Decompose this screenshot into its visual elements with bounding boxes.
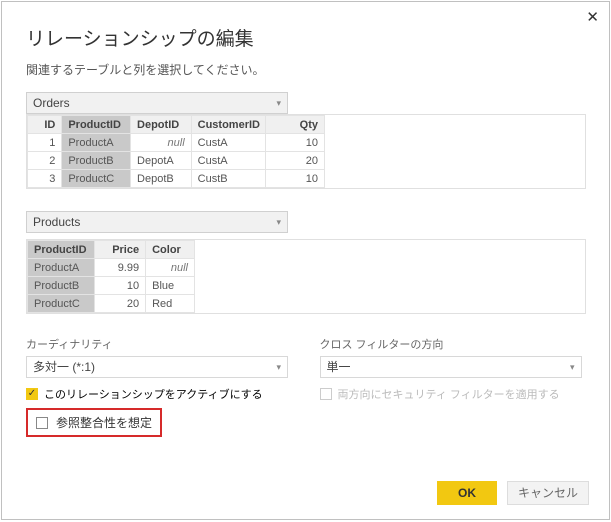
col-productid[interactable]: ProductID xyxy=(28,241,95,259)
crossfilter-label: クロス フィルターの方向 xyxy=(320,336,590,352)
cancel-button[interactable]: キャンセル xyxy=(507,481,589,505)
ok-button[interactable]: OK xyxy=(437,481,497,505)
table-row[interactable]: ProductB 10 Blue xyxy=(28,277,195,295)
edit-relationship-dialog: ✕ リレーションシップの編集 関連するテーブルと列を選択してください。 Orde… xyxy=(1,1,610,520)
table2-select-value: Products xyxy=(33,212,80,232)
table-header-row: ID ProductID DepotID CustomerID Qty xyxy=(28,116,325,134)
table-row[interactable]: ProductA 9.99 null xyxy=(28,259,195,277)
col-id[interactable]: ID xyxy=(28,116,62,134)
assume-referential-integrity[interactable]: 参照整合性を想定 xyxy=(26,408,162,437)
table2-select[interactable]: Products ▾ xyxy=(26,211,288,233)
table1-grid: ID ProductID DepotID CustomerID Qty 1 Pr… xyxy=(26,114,586,189)
close-icon[interactable]: ✕ xyxy=(586,8,599,26)
table-row[interactable]: 3 ProductC DepotB CustB 10 xyxy=(28,170,325,188)
cardinality-value: 多対一 (*:1) xyxy=(33,357,95,377)
cardinality-label: カーディナリティ xyxy=(26,336,296,352)
col-color[interactable]: Color xyxy=(146,241,195,259)
col-productid[interactable]: ProductID xyxy=(62,116,131,134)
checkbox-checked-icon[interactable]: ✓ xyxy=(26,388,38,400)
dialog-subtitle: 関連するテーブルと列を選択してください。 xyxy=(26,61,589,78)
apply-both-check-row: 両方向にセキュリティ フィルターを適用する xyxy=(320,386,590,402)
chevron-down-icon: ▾ xyxy=(570,357,575,377)
table-row[interactable]: 1 ProductA null CustA 10 xyxy=(28,134,325,152)
table-header-row: ProductID Price Color xyxy=(28,241,195,259)
table2-grid: ProductID Price Color ProductA 9.99 null… xyxy=(26,239,586,314)
table-row[interactable]: 2 ProductB DepotA CustA 20 xyxy=(28,152,325,170)
checkbox-disabled-icon xyxy=(320,388,332,400)
col-qty[interactable]: Qty xyxy=(266,116,325,134)
table-row[interactable]: ProductC 20 Red xyxy=(28,295,195,313)
col-depotid[interactable]: DepotID xyxy=(131,116,192,134)
dialog-buttons: OK キャンセル xyxy=(437,481,589,505)
col-price[interactable]: Price xyxy=(95,241,146,259)
crossfilter-value: 単一 xyxy=(327,357,351,377)
table1-grid-table: ID ProductID DepotID CustomerID Qty 1 Pr… xyxy=(27,115,325,188)
checkbox-unchecked-icon[interactable] xyxy=(36,417,48,429)
cardinality-select[interactable]: 多対一 (*:1) ▾ xyxy=(26,356,288,378)
apply-both-label: 両方向にセキュリティ フィルターを適用する xyxy=(338,386,560,402)
table1-select[interactable]: Orders ▾ xyxy=(26,92,288,114)
activate-label: このリレーションシップをアクティブにする xyxy=(44,386,263,402)
chevron-down-icon: ▾ xyxy=(276,212,281,232)
dialog-title: リレーションシップの編集 xyxy=(26,24,589,51)
chevron-down-icon: ▾ xyxy=(276,93,281,113)
col-customerid[interactable]: CustomerID xyxy=(191,116,266,134)
options-row: カーディナリティ 多対一 (*:1) ▾ ✓ このリレーションシップをアクティブ… xyxy=(26,336,589,437)
table2-grid-table: ProductID Price Color ProductA 9.99 null… xyxy=(27,240,195,313)
referential-label: 参照整合性を想定 xyxy=(56,414,152,431)
activate-check-row[interactable]: ✓ このリレーションシップをアクティブにする xyxy=(26,386,296,402)
chevron-down-icon: ▾ xyxy=(276,357,281,377)
table1-select-value: Orders xyxy=(33,93,70,113)
crossfilter-select[interactable]: 単一 ▾ xyxy=(320,356,582,378)
